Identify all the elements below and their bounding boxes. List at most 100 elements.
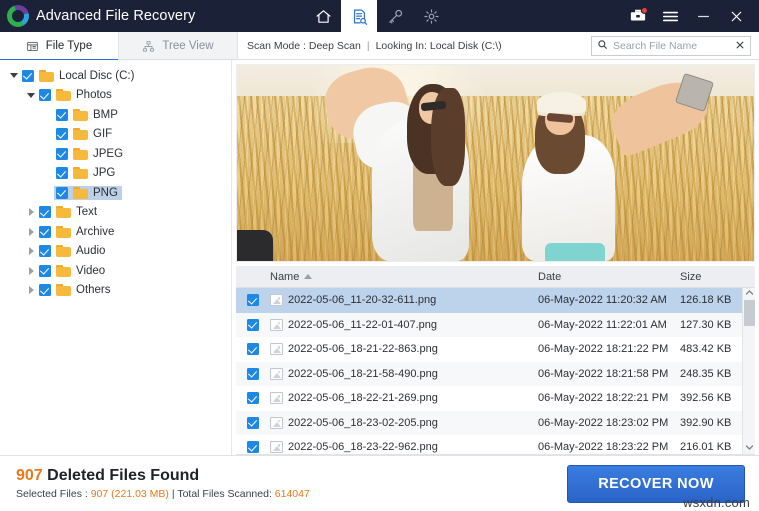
row-checkbox-cell[interactable] <box>236 318 270 331</box>
table-row[interactable]: 2022-05-06_18-23-22-962.png 06-May-2022 1… <box>236 435 755 454</box>
chevron-down-icon[interactable] <box>25 92 37 98</box>
table-row[interactable]: 2022-05-06_18-21-58-490.png 06-May-2022 1… <box>236 361 755 386</box>
tree-checkbox[interactable] <box>56 128 68 141</box>
row-file-name: 2022-05-06_18-22-21-269.png <box>288 392 438 405</box>
chevron-right-icon[interactable] <box>25 266 37 275</box>
file-list-scrollbar[interactable] <box>742 288 755 454</box>
row-checkbox[interactable] <box>247 318 259 331</box>
home-icon[interactable] <box>305 0 341 32</box>
toolbox-icon[interactable] <box>621 0 654 32</box>
row-checkbox[interactable] <box>247 392 259 405</box>
row-checkbox[interactable] <box>247 416 259 429</box>
tree-node-photos[interactable]: Photos <box>0 86 231 106</box>
row-checkbox-cell[interactable] <box>236 343 270 356</box>
header-name-column[interactable]: Name <box>270 271 538 283</box>
tree-node-content[interactable]: JPG <box>54 166 119 180</box>
row-file-name: 2022-05-06_18-23-22-962.png <box>288 441 438 454</box>
row-checkbox[interactable] <box>247 367 259 380</box>
scanned-label: Total Files Scanned: <box>177 487 275 500</box>
row-checkbox[interactable] <box>247 441 259 454</box>
preview-foreground-shadow <box>237 229 274 261</box>
tree-node-content[interactable]: Photos <box>37 88 116 102</box>
search-input[interactable] <box>613 40 730 52</box>
tree-node-label: Video <box>76 264 106 277</box>
chevron-right-icon[interactable] <box>25 208 37 217</box>
folder-icon <box>39 69 54 82</box>
close-icon[interactable] <box>720 0 753 32</box>
key-icon[interactable] <box>377 0 413 32</box>
scan-mode-label: Scan Mode : Deep Scan <box>247 39 361 52</box>
table-row[interactable]: 2022-05-06_11-20-32-611.png 06-May-2022 1… <box>236 288 755 313</box>
search-clear-icon[interactable] <box>735 40 745 52</box>
tree-node-archive[interactable]: Archive <box>0 222 231 242</box>
table-row[interactable]: 2022-05-06_11-22-01-407.png 06-May-2022 1… <box>236 312 755 337</box>
tree-checkbox[interactable] <box>39 206 51 219</box>
tab-tree-view[interactable]: Tree View <box>119 32 238 60</box>
tree-checkbox[interactable] <box>56 108 68 121</box>
advanced-file-recovery-window: Advanced File Recovery File Type Tree Vi… <box>0 0 759 511</box>
tree-checkbox[interactable] <box>56 167 68 180</box>
tree-checkbox[interactable] <box>39 89 51 102</box>
tab-file-type[interactable]: File Type <box>0 32 119 61</box>
tree-node-gif[interactable]: GIF <box>0 125 231 145</box>
row-checkbox-cell[interactable] <box>236 416 270 429</box>
table-row[interactable]: 2022-05-06_18-21-22-863.png 06-May-2022 1… <box>236 337 755 362</box>
file-list-rows[interactable]: 2022-05-06_11-20-32-611.png 06-May-2022 1… <box>236 288 755 455</box>
row-checkbox-cell[interactable] <box>236 392 270 405</box>
tree-node-content[interactable]: BMP <box>54 108 122 122</box>
file-type-tree[interactable]: Local Disc (C:) Photos BMP GIF JPEG JPG PNG Tex… <box>0 60 232 455</box>
tree-node-jpeg[interactable]: JPEG <box>0 144 231 164</box>
tree-checkbox[interactable] <box>56 147 68 160</box>
tree-node-content[interactable]: Local Disc (C:) <box>20 69 138 83</box>
row-checkbox[interactable] <box>247 343 259 356</box>
tree-checkbox[interactable] <box>39 264 51 277</box>
table-row[interactable]: 2022-05-06_18-23-02-205.png 06-May-2022 1… <box>236 410 755 435</box>
tree-node-audio[interactable]: Audio <box>0 242 231 262</box>
hamburger-menu-icon[interactable] <box>654 0 687 32</box>
row-checkbox-cell[interactable] <box>236 441 270 454</box>
tree-node-content[interactable]: GIF <box>54 127 116 141</box>
tree-node-bmp[interactable]: BMP <box>0 105 231 125</box>
tree-node-content[interactable]: PNG <box>54 185 122 200</box>
tree-node-content[interactable]: Video <box>37 264 109 278</box>
chevron-right-icon[interactable] <box>25 286 37 295</box>
tree-node-content[interactable]: Others <box>37 283 115 297</box>
chevron-up-icon[interactable] <box>745 289 754 298</box>
tree-checkbox[interactable] <box>22 69 34 82</box>
header-date-column[interactable]: Date <box>538 271 680 283</box>
tree-node-local-disc-c[interactable]: Local Disc (C:) <box>0 66 231 86</box>
header-size-column[interactable]: Size <box>680 271 755 283</box>
table-row[interactable]: 2022-05-06_18-22-21-269.png 06-May-2022 1… <box>236 386 755 411</box>
row-checkbox-cell[interactable] <box>236 367 270 380</box>
search-box[interactable] <box>591 36 751 56</box>
tree-node-content[interactable]: Archive <box>37 225 118 239</box>
tree-checkbox[interactable] <box>39 284 51 297</box>
tree-checkbox[interactable] <box>39 225 51 238</box>
tree-node-jpg[interactable]: JPG <box>0 164 231 184</box>
chevron-right-icon[interactable] <box>25 247 37 256</box>
scrollbar-thumb[interactable] <box>744 300 755 326</box>
selected-files-summary: Selected Files : 907 (221.03 MB) | Total… <box>16 488 310 500</box>
tree-node-video[interactable]: Video <box>0 261 231 281</box>
tree-checkbox[interactable] <box>56 186 68 199</box>
tree-node-label: BMP <box>93 108 118 121</box>
chevron-right-icon[interactable] <box>25 227 37 236</box>
tree-node-content[interactable]: Text <box>37 205 101 219</box>
chevron-down-icon[interactable] <box>745 444 754 453</box>
recover-now-button[interactable]: RECOVER NOW <box>567 464 745 503</box>
row-checkbox-cell[interactable] <box>236 294 270 307</box>
scan-document-search-icon[interactable] <box>341 0 377 32</box>
tree-node-label: Photos <box>76 89 112 102</box>
tree-node-png[interactable]: PNG <box>0 183 231 203</box>
tree-node-others[interactable]: Others <box>0 281 231 301</box>
tree-node-text[interactable]: Text <box>0 203 231 223</box>
tree-node-content[interactable]: Audio <box>37 244 109 258</box>
chevron-down-icon[interactable] <box>8 73 20 79</box>
gear-icon[interactable] <box>413 0 449 32</box>
minimize-icon[interactable] <box>687 0 720 32</box>
tree-node-content[interactable]: JPEG <box>54 147 127 161</box>
tree-checkbox[interactable] <box>39 245 51 258</box>
file-list-header: Name Date Size <box>236 266 755 288</box>
row-checkbox[interactable] <box>247 294 259 307</box>
row-file-name: 2022-05-06_18-23-02-205.png <box>288 416 438 429</box>
